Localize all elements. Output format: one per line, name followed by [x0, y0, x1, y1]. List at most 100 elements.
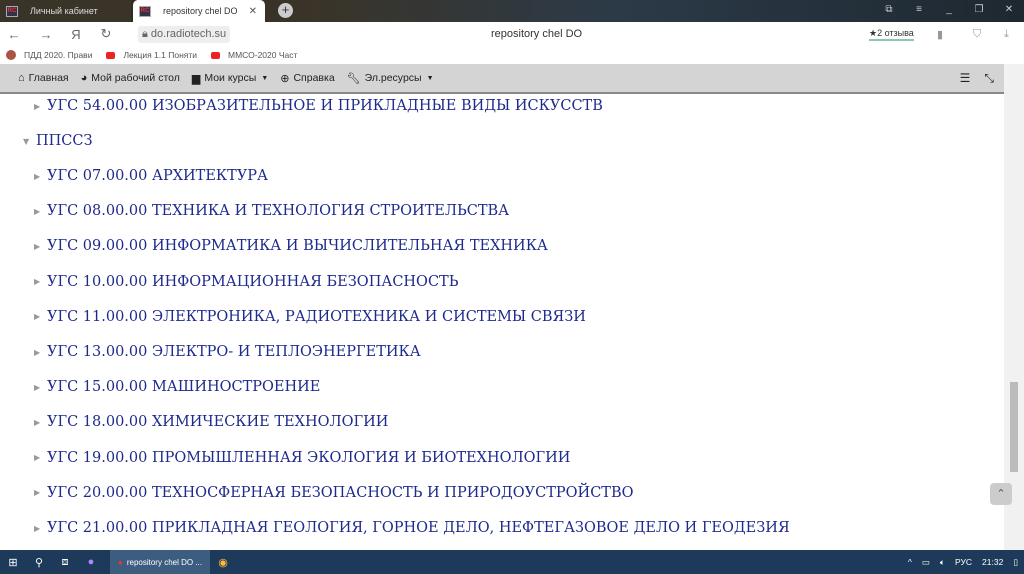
- caret-right-icon: ▶: [34, 277, 41, 287]
- taskbar: ⊞ ⚲ ⧈ ● ● repository chel DO ... ◉ ^ ▭ 🔈︎ РУ…: [0, 550, 1024, 574]
- youtube-icon: [106, 51, 116, 59]
- toggle-blocks-icon[interactable]: ☰: [960, 71, 971, 86]
- tab-label: repository chel DO: [163, 6, 238, 16]
- notifications-icon[interactable]: ▯: [1013, 557, 1018, 568]
- tree-item[interactable]: ▶ УГС 10.00.00 ИНФОРМАЦИОННАЯ БЕЗОПАСНОСТ…: [34, 274, 458, 290]
- windows-start-icon[interactable]: ⊞: [0, 556, 26, 569]
- alice-icon[interactable]: ●: [78, 556, 104, 568]
- tree-item-label: УГС 15.00.00 МАШИНОСТРОЕНИЕ: [47, 379, 321, 396]
- nav-my-courses[interactable]: ▆ Мои курсы ▼: [192, 72, 268, 85]
- yandex-browser-icon: ●: [118, 557, 123, 567]
- scrollbar[interactable]: [1004, 64, 1024, 550]
- tree-section[interactable]: ▼ ППССЗ: [23, 133, 93, 149]
- nav-label: Эл.ресурсы: [364, 72, 422, 84]
- url-field[interactable]: 🔒︎ do.radiotech.su: [138, 25, 231, 43]
- close-window-button[interactable]: ✕: [994, 0, 1024, 20]
- menu-icon[interactable]: ≡: [904, 0, 934, 20]
- tree-item-label: УГС 13.00.00 ЭЛЕКТРО- И ТЕПЛОЭНЕРГЕТИКА: [47, 344, 421, 360]
- caret-right-icon: ▶: [34, 206, 41, 216]
- new-tab-button[interactable]: +: [278, 3, 293, 18]
- close-tab-icon[interactable]: ✕: [249, 6, 257, 17]
- tree-item-label: УГС 20.00.00 ТЕХНОСФЕРНАЯ БЕЗОПАСНОСТЬ И…: [47, 484, 634, 501]
- task-view-icon[interactable]: ⧈: [52, 556, 78, 569]
- tree-item[interactable]: ▶ УГС 20.00.00 ТЕХНОСФЕРНАЯ БЕЗОПАСНОСТЬ …: [34, 485, 634, 501]
- site-favicon-icon: RC: [139, 5, 151, 17]
- volume-icon[interactable]: 🔈︎: [940, 557, 945, 568]
- yandex-icon[interactable]: Я: [64, 27, 88, 42]
- nav-dashboard[interactable]: ◕ Мой рабочий стол: [81, 72, 180, 84]
- caret-right-icon: ▶: [34, 171, 41, 181]
- bookmark-label: Лекция 1.1 Поняти: [123, 50, 198, 60]
- network-icon[interactable]: ▭: [922, 557, 930, 568]
- tab-lichny-kabinet[interactable]: RC Личный кабинет: [0, 0, 131, 22]
- tree-item[interactable]: ▶ УГС 08.00.00 ТЕХНИКА И ТЕХНОЛОГИЯ СТРОИ…: [34, 203, 509, 219]
- tree-item[interactable]: ▶ УГС 54.00.00 ИЗОБРАЗИТЕЛЬНОЕ И ПРИКЛАДН…: [34, 98, 603, 114]
- bookmarks-bar: ПДД 2020. Прави Лекция 1.1 Поняти ММСО-2…: [0, 46, 1024, 64]
- tab-repository[interactable]: RC repository chel DO ✕: [133, 0, 265, 22]
- category-tree: ▶ УГС 54.00.00 ИЗОБРАЗИТЕЛЬНОЕ И ПРИКЛАДН…: [0, 96, 1004, 550]
- nav-resources[interactable]: 🔧︎ Эл.ресурсы ▼: [347, 72, 434, 85]
- nav-label: Мой рабочий стол: [91, 72, 180, 84]
- nav-home[interactable]: ⌂ Главная: [18, 72, 69, 84]
- search-icon[interactable]: ⚲: [26, 556, 52, 569]
- scrollbar-thumb[interactable]: [1010, 382, 1018, 472]
- tree-item-label: УГС 19.00.00 ПРОМЫШЛЕННАЯ ЭКОЛОГИЯ И БИО…: [47, 449, 571, 466]
- caret-down-icon: ▼: [23, 136, 30, 146]
- restore-button[interactable]: ❐: [964, 0, 994, 20]
- tree-item[interactable]: ▶ УГС 09.00.00 ИНФОРМАТИКА И ВЫЧИСЛИТЕЛЬН…: [34, 238, 548, 254]
- url-text: do.radiotech.su: [150, 27, 227, 40]
- tree-item-label: УГС 08.00.00 ТЕХНИКА И ТЕХНОЛОГИЯ СТРОИТ…: [47, 203, 510, 220]
- wrench-icon: 🔧︎: [346, 72, 361, 85]
- tree-item-label: УГС 18.00.00 ХИМИЧЕСКИЕ ТЕХНОЛОГИИ: [47, 414, 389, 431]
- caret-right-icon: ▶: [34, 453, 41, 463]
- back-to-top-button[interactable]: ⌃: [990, 483, 1012, 505]
- tree-item-label: УГС 54.00.00 ИЗОБРАЗИТЕЛЬНОЕ И ПРИКЛАДНЫ…: [47, 98, 603, 114]
- youtube-icon: [211, 51, 221, 59]
- bookmark-label: ПДД 2020. Прави: [24, 50, 93, 60]
- caret-right-icon: ▶: [34, 382, 41, 392]
- dashboard-icon: ◕: [80, 72, 88, 84]
- site-navbar: ⌂ Главная ◕ Мой рабочий стол ▆ Мои курсы ▼ ⊕…: [0, 64, 1004, 94]
- tree-section-label: ППССЗ: [36, 133, 93, 149]
- reviews-button[interactable]: ★2 отзыва: [869, 28, 914, 41]
- bookmark-label: ММСО-2020 Част: [228, 50, 298, 60]
- taskbar-app-yandex[interactable]: ● repository chel DO ...: [110, 550, 210, 574]
- back-button[interactable]: ←: [2, 27, 26, 42]
- emblem-icon: [6, 50, 16, 60]
- chrome-icon[interactable]: ◉: [210, 556, 236, 569]
- reload-button[interactable]: ↻: [94, 26, 118, 42]
- tree-item[interactable]: ▶ УГС 21.00.00 ПРИКЛАДНАЯ ГЕОЛОГИЯ, ГОРНО…: [34, 520, 790, 536]
- caret-down-icon: ▼: [426, 74, 434, 82]
- bookmark-lecture[interactable]: Лекция 1.1 Поняти: [106, 50, 197, 60]
- caret-down-icon: ▼: [261, 74, 269, 82]
- collapse-icon[interactable]: ⤡: [984, 71, 994, 86]
- caret-right-icon: ▶: [34, 312, 41, 322]
- tab-label: Личный кабинет: [30, 6, 98, 16]
- bookmark-pdd[interactable]: ПДД 2020. Прави: [6, 50, 92, 60]
- caret-right-icon: ▶: [34, 417, 41, 427]
- tree-item-label: УГС 21.00.00 ПРИКЛАДНАЯ ГЕОЛОГИЯ, ГОРНОЕ…: [47, 520, 790, 536]
- lifebuoy-icon: ⊕: [280, 72, 290, 85]
- tree-item[interactable]: ▶ УГС 13.00.00 ЭЛЕКТРО- И ТЕПЛОЭНЕРГЕТИКА: [34, 344, 421, 360]
- nav-label: Мои курсы: [204, 72, 257, 84]
- tree-item[interactable]: ▶ УГС 19.00.00 ПРОМЫШЛЕННАЯ ЭКОЛОГИЯ И БИ…: [34, 450, 570, 466]
- tree-item[interactable]: ▶ УГС 18.00.00 ХИМИЧЕСКИЕ ТЕХНОЛОГИИ: [34, 414, 388, 430]
- caret-right-icon: ▶: [34, 241, 41, 251]
- browser-tab-bar: RC Личный кабинет RC repository chel DO ✕ +…: [0, 0, 1024, 22]
- bookmark-mmso[interactable]: ММСО-2020 Част: [211, 50, 297, 60]
- collections-icon[interactable]: ⧉: [874, 0, 904, 20]
- forward-button[interactable]: →: [34, 27, 58, 42]
- protect-icon[interactable]: ⛉: [973, 28, 981, 41]
- nav-help[interactable]: ⊕ Справка: [280, 72, 334, 85]
- download-icon[interactable]: ⤓: [1004, 28, 1009, 41]
- tree-item-label: УГС 11.00.00 ЭЛЕКТРОНИКА, РАДИОТЕХНИКА И…: [47, 308, 586, 325]
- tree-item[interactable]: ▶ УГС 07.00.00 АРХИТЕКТУРА: [34, 168, 268, 184]
- minimize-button[interactable]: _: [934, 0, 964, 20]
- bookmark-icon[interactable]: ▮: [937, 28, 943, 41]
- tree-item[interactable]: ▶ УГС 15.00.00 МАШИНОСТРОЕНИЕ: [34, 379, 320, 395]
- reviews-label: 2 отзыва: [877, 27, 914, 38]
- tray-chevron-icon[interactable]: ^: [908, 557, 912, 567]
- tree-item[interactable]: ▶ УГС 11.00.00 ЭЛЕКТРОНИКА, РАДИОТЕХНИКА …: [34, 309, 586, 325]
- clock[interactable]: 21:32: [982, 557, 1003, 567]
- language-indicator[interactable]: РУС: [955, 557, 972, 567]
